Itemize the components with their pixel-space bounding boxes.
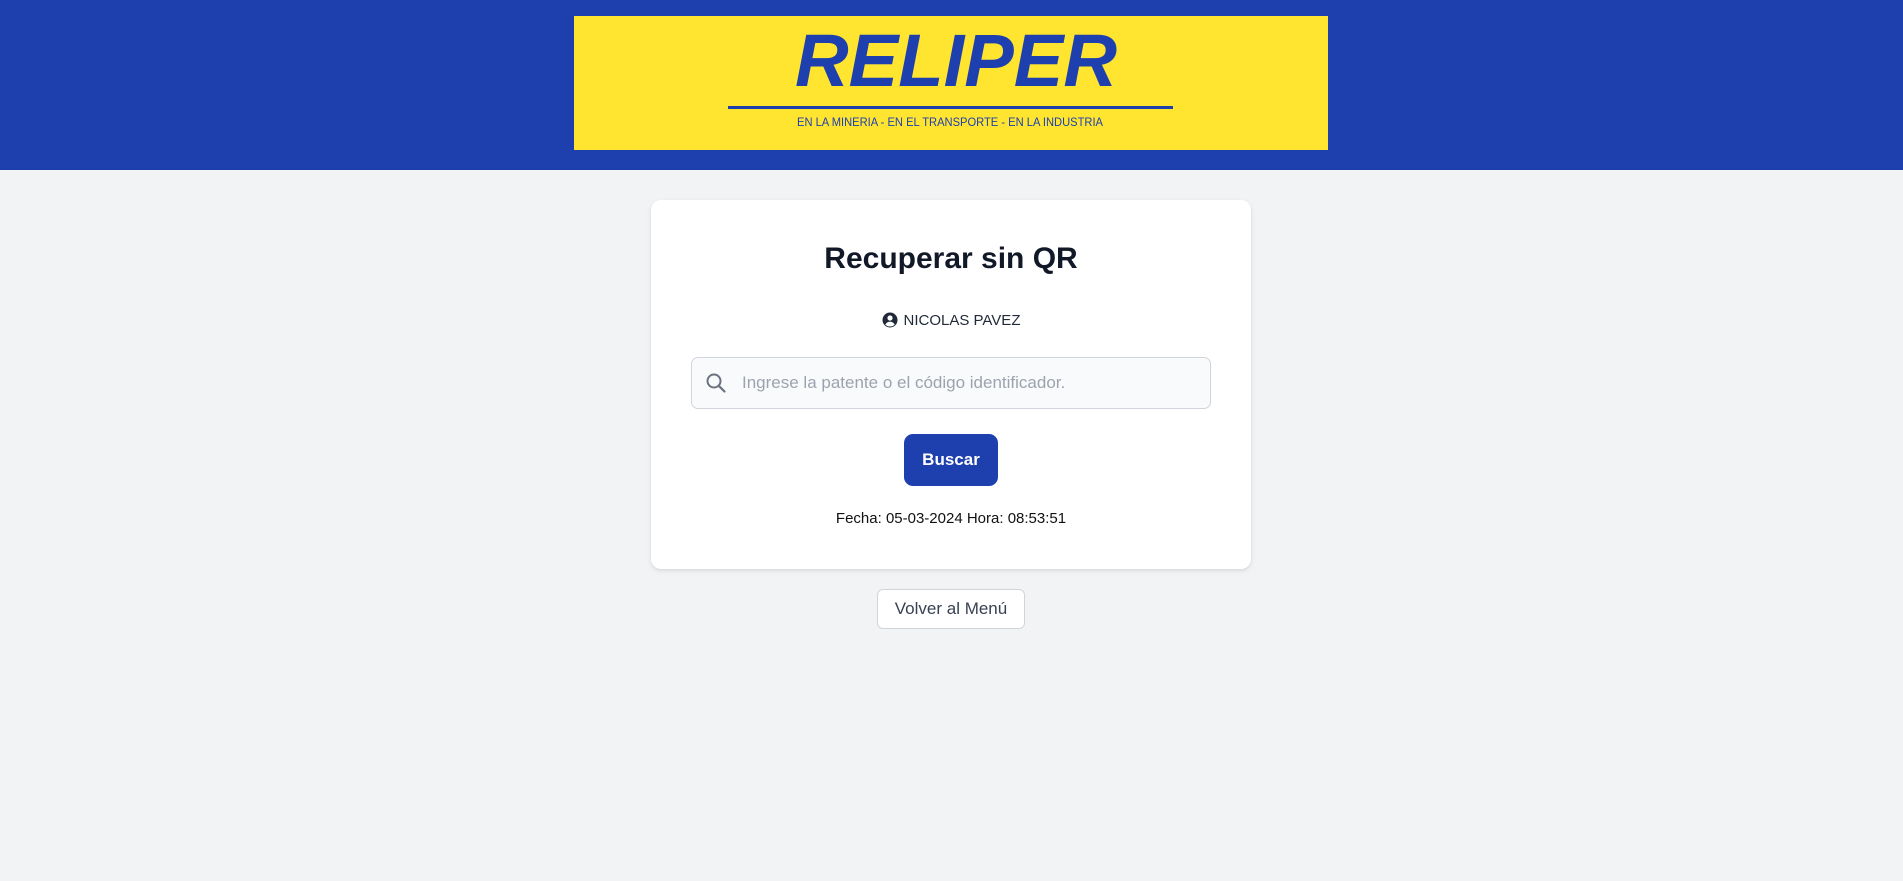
search-icon	[705, 372, 727, 394]
search-field[interactable]	[691, 357, 1211, 409]
back-to-menu-button[interactable]: Volver al Menú	[877, 589, 1025, 629]
logo-wordmark: RELIPER	[795, 19, 1117, 102]
datetime-text: Fecha: 05-03-2024 Hora: 08:53:51	[835, 510, 1067, 527]
search-button[interactable]: Buscar	[904, 434, 998, 486]
search-input[interactable]	[742, 358, 1202, 408]
user-name: NICOLAS PAVEZ	[903, 311, 1021, 329]
header-bar: RELIPER EN LA MINERIA - EN EL TRANSPORTE…	[0, 0, 1903, 170]
recover-card: Recuperar sin QR NICOLAS PAVEZ Buscar Fe…	[651, 200, 1251, 569]
reliper-logo: RELIPER EN LA MINERIA - EN EL TRANSPORTE…	[574, 16, 1328, 150]
user-circle-icon	[882, 312, 898, 328]
logo-tagline: EN LA MINERIA - EN EL TRANSPORTE - EN LA…	[797, 115, 1103, 129]
user-info: NICOLAS PAVEZ	[651, 310, 1251, 330]
page-title: Recuperar sin QR	[824, 242, 1078, 275]
